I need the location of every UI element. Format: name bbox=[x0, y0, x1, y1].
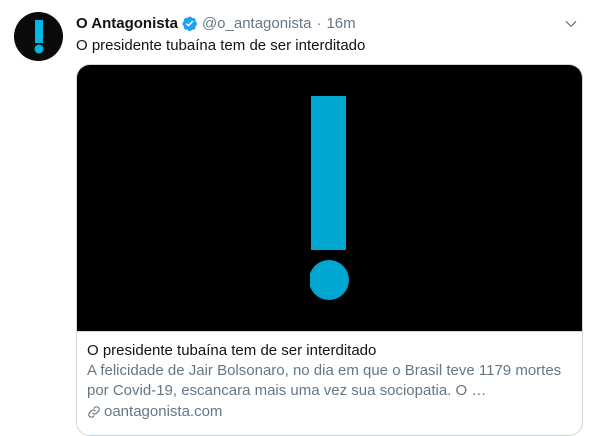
exclamation-logo-icon bbox=[309, 96, 349, 300]
card-domain[interactable]: oantagonista.com bbox=[87, 402, 570, 422]
tweet-text: O presidente tubaína tem de ser interdit… bbox=[76, 37, 366, 54]
tweet[interactable]: O Antagonista @o_antagonista · 16m O pre… bbox=[0, 0, 593, 436]
card-domain-text: oantagonista.com bbox=[104, 403, 223, 420]
chevron-down-icon[interactable] bbox=[561, 14, 581, 34]
link-icon bbox=[87, 405, 101, 419]
tweet-timestamp[interactable]: 16m bbox=[326, 15, 355, 32]
card-body: O presidente tubaína tem de ser interdit… bbox=[77, 331, 582, 422]
author-handle[interactable]: @o_antagonista bbox=[202, 15, 311, 32]
link-card[interactable]: O presidente tubaína tem de ser interdit… bbox=[76, 64, 583, 436]
exclamation-logo-icon bbox=[34, 19, 43, 53]
author-name[interactable]: O Antagonista bbox=[76, 15, 178, 32]
card-image[interactable] bbox=[77, 65, 582, 331]
header-separator: · bbox=[316, 14, 322, 32]
card-description: A felicidade de Jair Bolsonaro, no dia e… bbox=[87, 362, 562, 399]
verified-badge-icon bbox=[181, 15, 198, 32]
avatar[interactable] bbox=[14, 12, 63, 61]
card-title: O presidente tubaína tem de ser interdit… bbox=[87, 342, 377, 359]
tweet-content: O Antagonista @o_antagonista · 16m O pre… bbox=[76, 12, 583, 436]
tweet-header: O Antagonista @o_antagonista · 16m bbox=[76, 12, 581, 34]
